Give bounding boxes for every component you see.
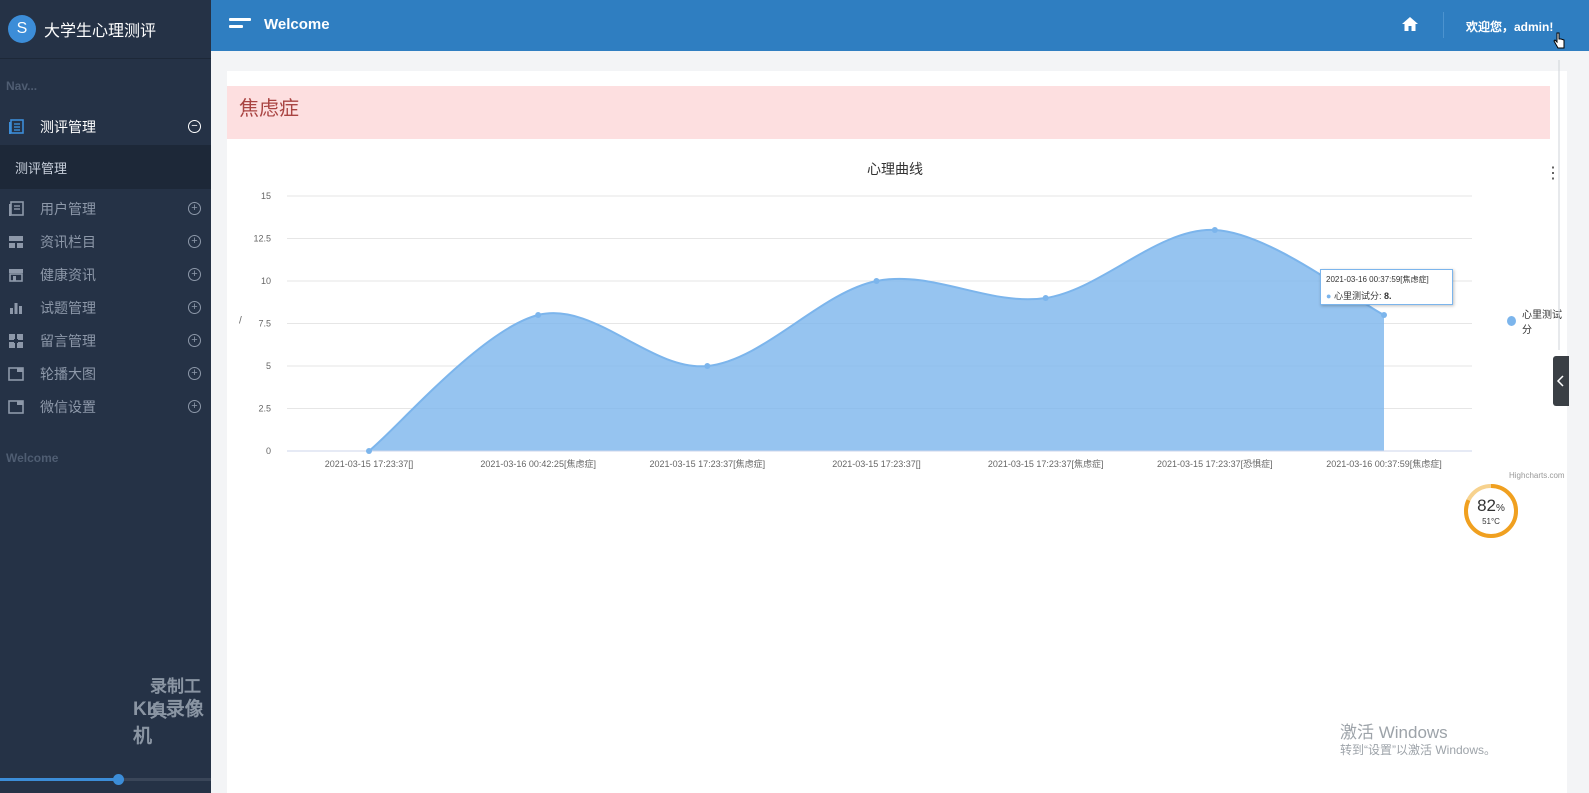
tooltip-title: 2021-03-16 00:37:59[焦虑症] bbox=[1326, 275, 1429, 284]
sidebar-item-label: 微信设置 bbox=[40, 398, 96, 415]
data-point bbox=[1211, 227, 1218, 233]
tooltip-value: 8. bbox=[1383, 291, 1392, 301]
brand[interactable]: S 大学生心理测评 bbox=[0, 0, 211, 59]
store-icon bbox=[8, 267, 24, 283]
document-icon bbox=[8, 200, 24, 217]
gauge-percent: 82% bbox=[1463, 496, 1519, 516]
y-tick-label: 0 bbox=[266, 446, 271, 456]
playback-progress-bar[interactable] bbox=[0, 774, 211, 785]
x-tick-label: 2021-03-15 17:23:37[] bbox=[325, 459, 414, 469]
sidebar-item-messages[interactable]: 留言管理 + bbox=[0, 324, 211, 357]
y-tick-label: 12.5 bbox=[253, 234, 271, 244]
sidebar: S 大学生心理测评 Nav... 测评管理 − 测评管理 用户管理 + 资讯栏目… bbox=[0, 0, 211, 793]
submenu-item-assessment[interactable]: 测评管理 bbox=[0, 145, 211, 189]
content-panel: 焦虑症 心理曲线 ⋮ 0 2.5 5 7.5 10 12.5 15/2021-03-15 1… bbox=[227, 71, 1567, 793]
sidebar-item-questions[interactable]: 试题管理 + bbox=[0, 291, 211, 324]
progress-knob[interactable] bbox=[113, 774, 125, 785]
y-tick-label: 2.5 bbox=[258, 404, 271, 414]
progress-fill bbox=[0, 778, 119, 781]
main-content: 焦虑症 心理曲线 ⋮ 0 2.5 5 7.5 10 12.5 15/2021-03-15 1… bbox=[211, 51, 1589, 793]
window-icon bbox=[8, 366, 24, 382]
cpu-gauge-widget: 82% 51°C bbox=[1463, 483, 1519, 539]
chart-credits[interactable]: Highcharts.com bbox=[1509, 471, 1565, 480]
sidebar-item-users[interactable]: 用户管理 + bbox=[0, 192, 211, 225]
data-point bbox=[873, 278, 880, 284]
y-tick-label: 10 bbox=[261, 276, 271, 286]
sidebar-item-wechat[interactable]: 微信设置 + bbox=[0, 390, 211, 423]
windows-activation-subtitle: 转到“设置”以激活 Windows。 bbox=[1340, 743, 1497, 757]
sidebar-item-label: 用户管理 bbox=[40, 200, 96, 217]
grid-icon bbox=[8, 333, 24, 349]
menu-toggle-icon[interactable] bbox=[229, 18, 251, 32]
recorder-watermark-line2: KK 录像机 bbox=[133, 699, 204, 747]
expand-icon[interactable]: + bbox=[188, 234, 201, 248]
sidebar-item-label: 测评管理 bbox=[40, 119, 96, 135]
x-tick-label: 2021-03-15 17:23:37[焦虑症] bbox=[650, 458, 766, 469]
brand-title: 大学生心理测评 bbox=[44, 23, 157, 40]
hand-cursor-icon bbox=[1553, 32, 1565, 49]
chart-container: 心理曲线 ⋮ 0 2.5 5 7.5 10 12.5 15/2021-03-15 17:23… bbox=[227, 151, 1567, 491]
expand-icon[interactable]: + bbox=[188, 201, 201, 215]
expand-icon[interactable]: + bbox=[188, 366, 201, 380]
sidebar-item-label: 轮播大图 bbox=[40, 365, 96, 382]
y-tick-label: 15 bbox=[261, 191, 271, 201]
sidebar-item-label: 留言管理 bbox=[40, 332, 96, 349]
sidebar-item-label: 资讯栏目 bbox=[40, 233, 96, 250]
data-point bbox=[704, 363, 711, 369]
x-tick-label: 2021-03-15 17:23:37[焦虑症] bbox=[988, 458, 1104, 469]
window-icon bbox=[8, 399, 24, 415]
sidebar-item-health-news[interactable]: 健康资讯 + bbox=[0, 258, 211, 291]
bar-chart-icon bbox=[8, 300, 24, 316]
data-point bbox=[535, 312, 542, 318]
home-icon[interactable] bbox=[1401, 15, 1419, 33]
data-point bbox=[1042, 295, 1049, 301]
data-point bbox=[366, 448, 372, 454]
top-bar: Welcome 欢迎您，admin! bbox=[211, 0, 1589, 51]
sidebar-item-news-columns[interactable]: 资讯栏目 + bbox=[0, 225, 211, 258]
tooltip-marker: ● bbox=[1326, 291, 1332, 301]
page-scrollbar[interactable] bbox=[1554, 60, 1564, 350]
user-greeting[interactable]: 欢迎您，admin! bbox=[1466, 18, 1553, 35]
x-tick-label: 2021-03-15 17:23:37[] bbox=[832, 459, 921, 469]
sidebar-item-label: 健康资讯 bbox=[40, 266, 96, 283]
data-point bbox=[1381, 312, 1387, 318]
expand-icon[interactable]: + bbox=[188, 300, 201, 314]
layout-icon bbox=[8, 234, 24, 250]
chart-svg: 0 2.5 5 7.5 10 12.5 15 / 2021-03-15 17:23:37[] 20… bbox=[239, 191, 1472, 469]
side-panel-toggle[interactable] bbox=[1553, 356, 1569, 406]
y-axis-label: / bbox=[239, 316, 242, 327]
expand-icon[interactable]: + bbox=[188, 267, 201, 281]
windows-activation-title: 激活 Windows bbox=[1340, 723, 1448, 742]
nav-section-label: Nav... bbox=[6, 79, 38, 93]
y-tick-label: 5 bbox=[266, 361, 271, 371]
chart-tooltip: 2021-03-16 00:37:59[焦虑症] ● 心里测试分: 8. bbox=[1320, 269, 1453, 305]
x-tick-label: 2021-03-16 00:42:25[焦虑症] bbox=[480, 458, 596, 469]
diagnosis-alert: 焦虑症 bbox=[227, 86, 1550, 139]
x-tick-label: 2021-03-15 17:23:37[恐惧症] bbox=[1157, 458, 1273, 469]
expand-icon[interactable]: + bbox=[188, 399, 201, 413]
gauge-percent-unit: % bbox=[1496, 503, 1505, 514]
gauge-temperature: 51°C bbox=[1482, 517, 1500, 526]
page-title: Welcome bbox=[264, 16, 330, 33]
topbar-divider bbox=[1443, 12, 1444, 38]
legend-marker bbox=[1507, 316, 1516, 326]
sidebar-item-carousel[interactable]: 轮播大图 + bbox=[0, 357, 211, 390]
document-icon bbox=[8, 119, 24, 135]
sidebar-item-label: 试题管理 bbox=[40, 299, 96, 316]
tooltip-value-row: ● 心里测试分: 8. bbox=[1326, 289, 1391, 302]
x-tick-label: 2021-03-16 00:37:59[焦虑症] bbox=[1326, 458, 1442, 469]
gauge-percent-value: 82 bbox=[1477, 496, 1496, 515]
series-area bbox=[369, 229, 1384, 451]
expand-icon[interactable]: + bbox=[188, 333, 201, 347]
y-tick-label: 7.5 bbox=[258, 319, 271, 329]
tooltip-label: 心里测试分: bbox=[1333, 291, 1384, 301]
collapse-icon[interactable]: − bbox=[188, 120, 201, 133]
sidebar-footer-label: Welcome bbox=[6, 451, 59, 465]
brand-logo: S bbox=[8, 15, 36, 43]
sidebar-item-assessment[interactable]: 测评管理 − bbox=[0, 109, 211, 145]
